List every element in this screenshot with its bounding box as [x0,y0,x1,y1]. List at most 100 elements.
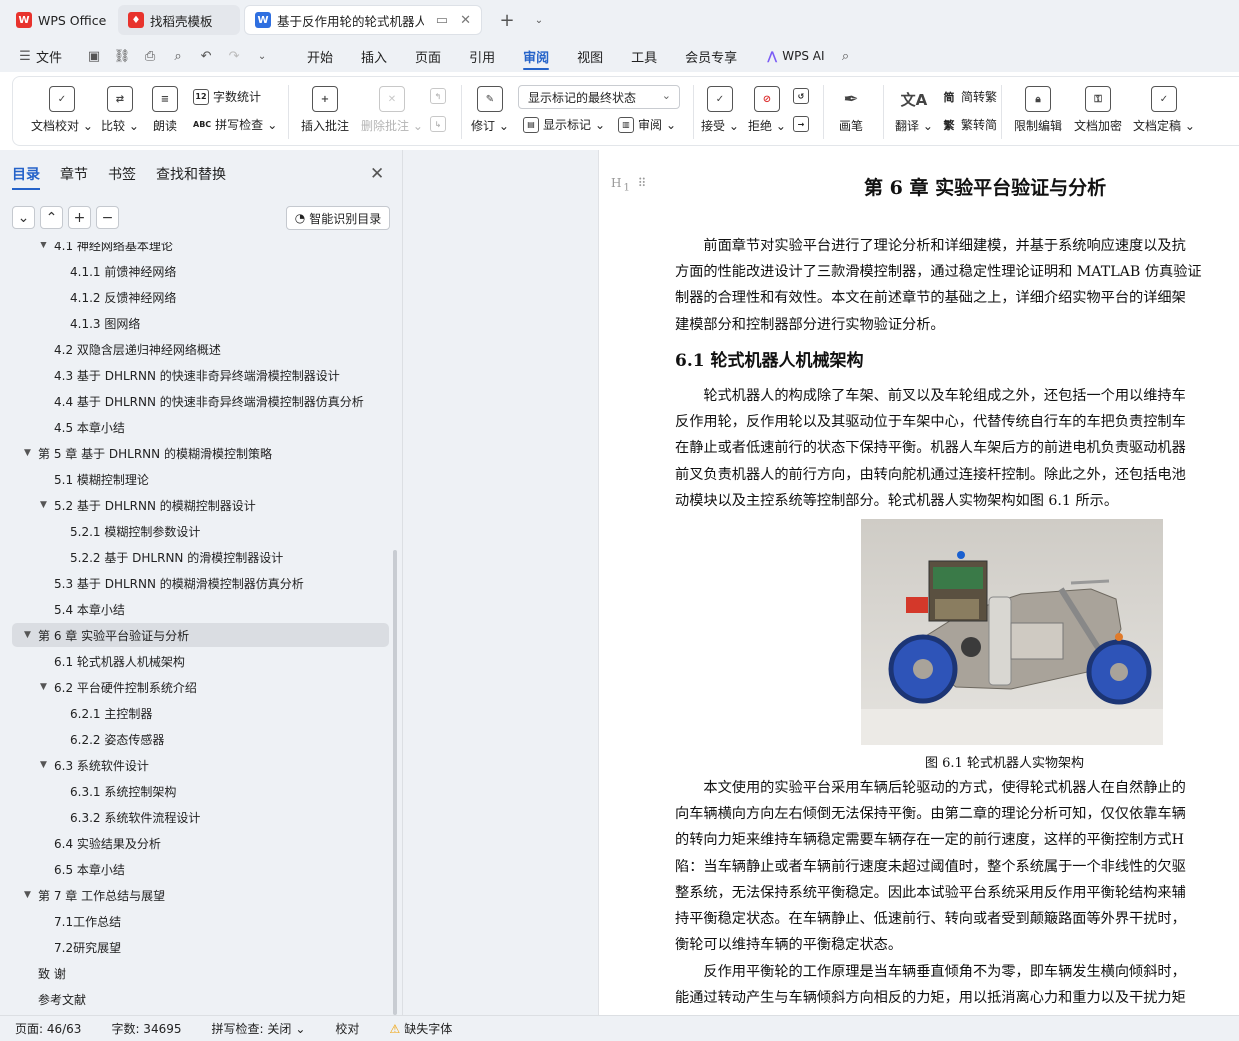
page-indicator[interactable]: 页面: 46/63 [0,1020,96,1037]
toc-item[interactable]: 6.4 实验结果及分析 [12,831,389,855]
tab-docer-templates[interactable]: ♦ 找稻壳模板 [118,5,240,35]
toc-item[interactable]: ▼ 6.3 系统软件设计 [12,753,389,777]
review-pane-button[interactable]: ▥ 审阅 ⌄ [618,116,676,133]
toc-item[interactable]: 4.3 基于 DHLRNN 的快速非奇异终端滑模控制器设计 [12,363,389,387]
delete-comment-button[interactable]: ✕ 删除批注 ⌄ [361,86,423,134]
toc-item[interactable]: 5.1 模糊控制理论 [12,467,389,491]
toc-item[interactable]: 4.1.3 图网络 [12,311,389,335]
menu-start[interactable]: 开始 [293,40,347,72]
prev-comment-button[interactable]: ↰ [430,88,446,104]
word-count-indicator[interactable]: 字数: 34695 [96,1020,196,1037]
reject-button[interactable]: ⊘ 拒绝 ⌄ [748,86,786,134]
toc-item[interactable]: 7.2研究展望 [12,935,389,959]
toc-item[interactable]: 6.5 本章小结 [12,857,389,881]
menu-review[interactable]: 审阅 [509,40,563,72]
encrypt-button[interactable]: ⚿ 文档加密 [1074,86,1122,134]
expand-triangle-icon[interactable]: ▼ [24,448,38,458]
chevron-down-icon[interactable]: ⌄ [528,9,550,31]
close-icon[interactable]: ✕ [460,13,471,28]
print-preview-icon[interactable]: ⌕ [167,45,189,67]
search-icon[interactable]: ⌕ [835,45,857,67]
new-tab-button[interactable]: + [496,9,518,31]
track-changes-button[interactable]: ✎ 修订 ⌄ [471,86,509,134]
expand-triangle-icon[interactable]: ▼ [24,890,38,900]
finalize-button[interactable]: ✓ 文档定稿 ⌄ [1133,86,1195,134]
expand-triangle-icon[interactable]: ▼ [40,242,54,250]
proofread-status[interactable]: 校对 [320,1020,374,1037]
missing-font-status[interactable]: ⚠ 缺失字体 [374,1020,467,1037]
toc-item[interactable]: 6.1 轮式机器人机械架构 [12,649,389,673]
accept-button[interactable]: ✓ 接受 ⌄ [701,86,739,134]
expand-triangle-icon[interactable]: ▼ [40,500,54,510]
toc-item[interactable]: ▼ 第 7 章 工作总结与展望 [12,883,389,907]
menu-member[interactable]: 会员专享 [671,40,751,72]
tab-chapters[interactable]: 章节 [60,164,88,184]
wps-ai-button[interactable]: ⋀ WPS AI [767,49,824,63]
to-simplified-button[interactable]: 繁 繁转简 [941,116,998,133]
print-icon[interactable]: ⎙ [139,45,161,67]
expand-triangle-icon[interactable]: ▼ [40,682,54,692]
toc-item[interactable]: 6.2.2 姿态传感器 [12,727,389,751]
toc-item[interactable]: 4.5 本章小结 [12,415,389,439]
toc-item[interactable]: 4.4 基于 DHLRNN 的快速非奇异终端滑模控制器仿真分析 [12,389,389,413]
toc-item[interactable]: ▼ 第 6 章 实验平台验证与分析 [12,623,389,647]
toc-item[interactable]: 6.2.1 主控制器 [12,701,389,725]
toc-item[interactable]: 7.1工作总结 [12,909,389,933]
toc-item[interactable]: 5.4 本章小结 [12,597,389,621]
markup-mode-select[interactable]: 显示标记的最终状态 ⌄ [518,85,680,109]
compare-button[interactable]: ⇄ 比较 ⌄ [101,86,139,134]
toc-item[interactable]: 5.2.1 模糊控制参数设计 [12,519,389,543]
menu-insert[interactable]: 插入 [347,40,401,72]
toc-item[interactable]: 6.3.2 系统软件流程设计 [12,805,389,829]
toc-item[interactable]: 5.3 基于 DHLRNN 的模糊滑模控制器仿真分析 [12,571,389,595]
menu-tools[interactable]: 工具 [617,40,671,72]
toc-item[interactable]: ▼ 6.2 平台硬件控制系统介绍 [12,675,389,699]
toc-scrollbar[interactable] [393,550,397,1015]
next-comment-button[interactable]: ↳ [430,116,446,132]
prev-change-button[interactable]: ↺ [793,88,809,104]
spell-check-button[interactable]: ABC 拼写检查 ⌄ [193,116,277,133]
toc-item[interactable]: 4.2 双隐含层递归神经网络概述 [12,337,389,361]
redo-icon[interactable]: ↷ [223,45,245,67]
show-markup-button[interactable]: ▤ 显示标记 ⌄ [523,116,605,133]
heading-marker-icon[interactable]: H1 ⠿ [611,176,648,193]
to-traditional-button[interactable]: 简 简转繁 [941,88,998,105]
menu-view[interactable]: 视图 [563,40,617,72]
toc-item[interactable]: ▼ 4.1 神经网络基本理论 [12,242,389,257]
tab-find-replace[interactable]: 查找和替换 [156,164,226,184]
toc-item[interactable]: 参考文献 [12,987,389,1011]
toc-item[interactable]: 4.1.2 反馈神经网络 [12,285,389,309]
toc-item[interactable]: 6.3.1 系统控制架构 [12,779,389,803]
menu-reference[interactable]: 引用 [455,40,509,72]
monitor-icon[interactable]: ▭ [436,13,448,28]
chevron-down-icon[interactable]: ⌄ [251,45,273,67]
remove-heading-button[interactable]: − [96,206,119,229]
document-page[interactable]: H1 ⠿ 第 6 章 实验平台验证与分析 前面章节对实验平台进行了理论分析和详细… [598,150,1239,1015]
smart-toc-button[interactable]: ◔ 智能识别目录 [286,206,390,230]
pen-button[interactable]: ✒ 画笔 [838,86,864,134]
add-heading-button[interactable]: + [68,206,91,229]
toc-item[interactable]: ▼ 第 5 章 基于 DHLRNN 的模糊滑模控制策略 [12,441,389,465]
spell-check-status[interactable]: 拼写检查: 关闭 ⌄ [197,1020,321,1037]
doc-check-button[interactable]: ✓ 文档校对 ⌄ [31,86,93,134]
collapse-down-button[interactable]: ⌄ [12,206,35,229]
tab-wps-office[interactable]: W WPS Office [6,5,114,35]
restrict-edit-button[interactable]: 🔒︎ 限制编辑 [1014,86,1062,134]
toc-item[interactable]: 5.2.2 基于 DHLRNN 的滑模控制器设计 [12,545,389,569]
toc-item[interactable]: 4.1.1 前馈神经网络 [12,259,389,283]
file-menu[interactable]: 文件 [36,47,62,66]
toc-item[interactable]: ▼ 5.2 基于 DHLRNN 的模糊控制器设计 [12,493,389,517]
close-icon[interactable]: ✕ [370,164,384,184]
expand-triangle-icon[interactable]: ▼ [24,630,38,640]
share-icon[interactable]: ⛓ [111,45,133,67]
collapse-up-button[interactable]: ⌃ [40,206,63,229]
word-count-button[interactable]: 12 字数统计 [193,88,261,105]
hamburger-icon[interactable]: ☰ [14,45,36,67]
expand-triangle-icon[interactable]: ▼ [40,760,54,770]
read-aloud-button[interactable]: ≡ 朗读 [152,86,178,134]
menu-page[interactable]: 页面 [401,40,455,72]
tab-bookmarks[interactable]: 书签 [108,164,136,184]
undo-icon[interactable]: ↶ [195,45,217,67]
next-change-button[interactable]: → [793,116,809,132]
tab-current-document[interactable]: W 基于反作用轮的轮式机器人平衡 ▭ ✕ [244,5,482,35]
